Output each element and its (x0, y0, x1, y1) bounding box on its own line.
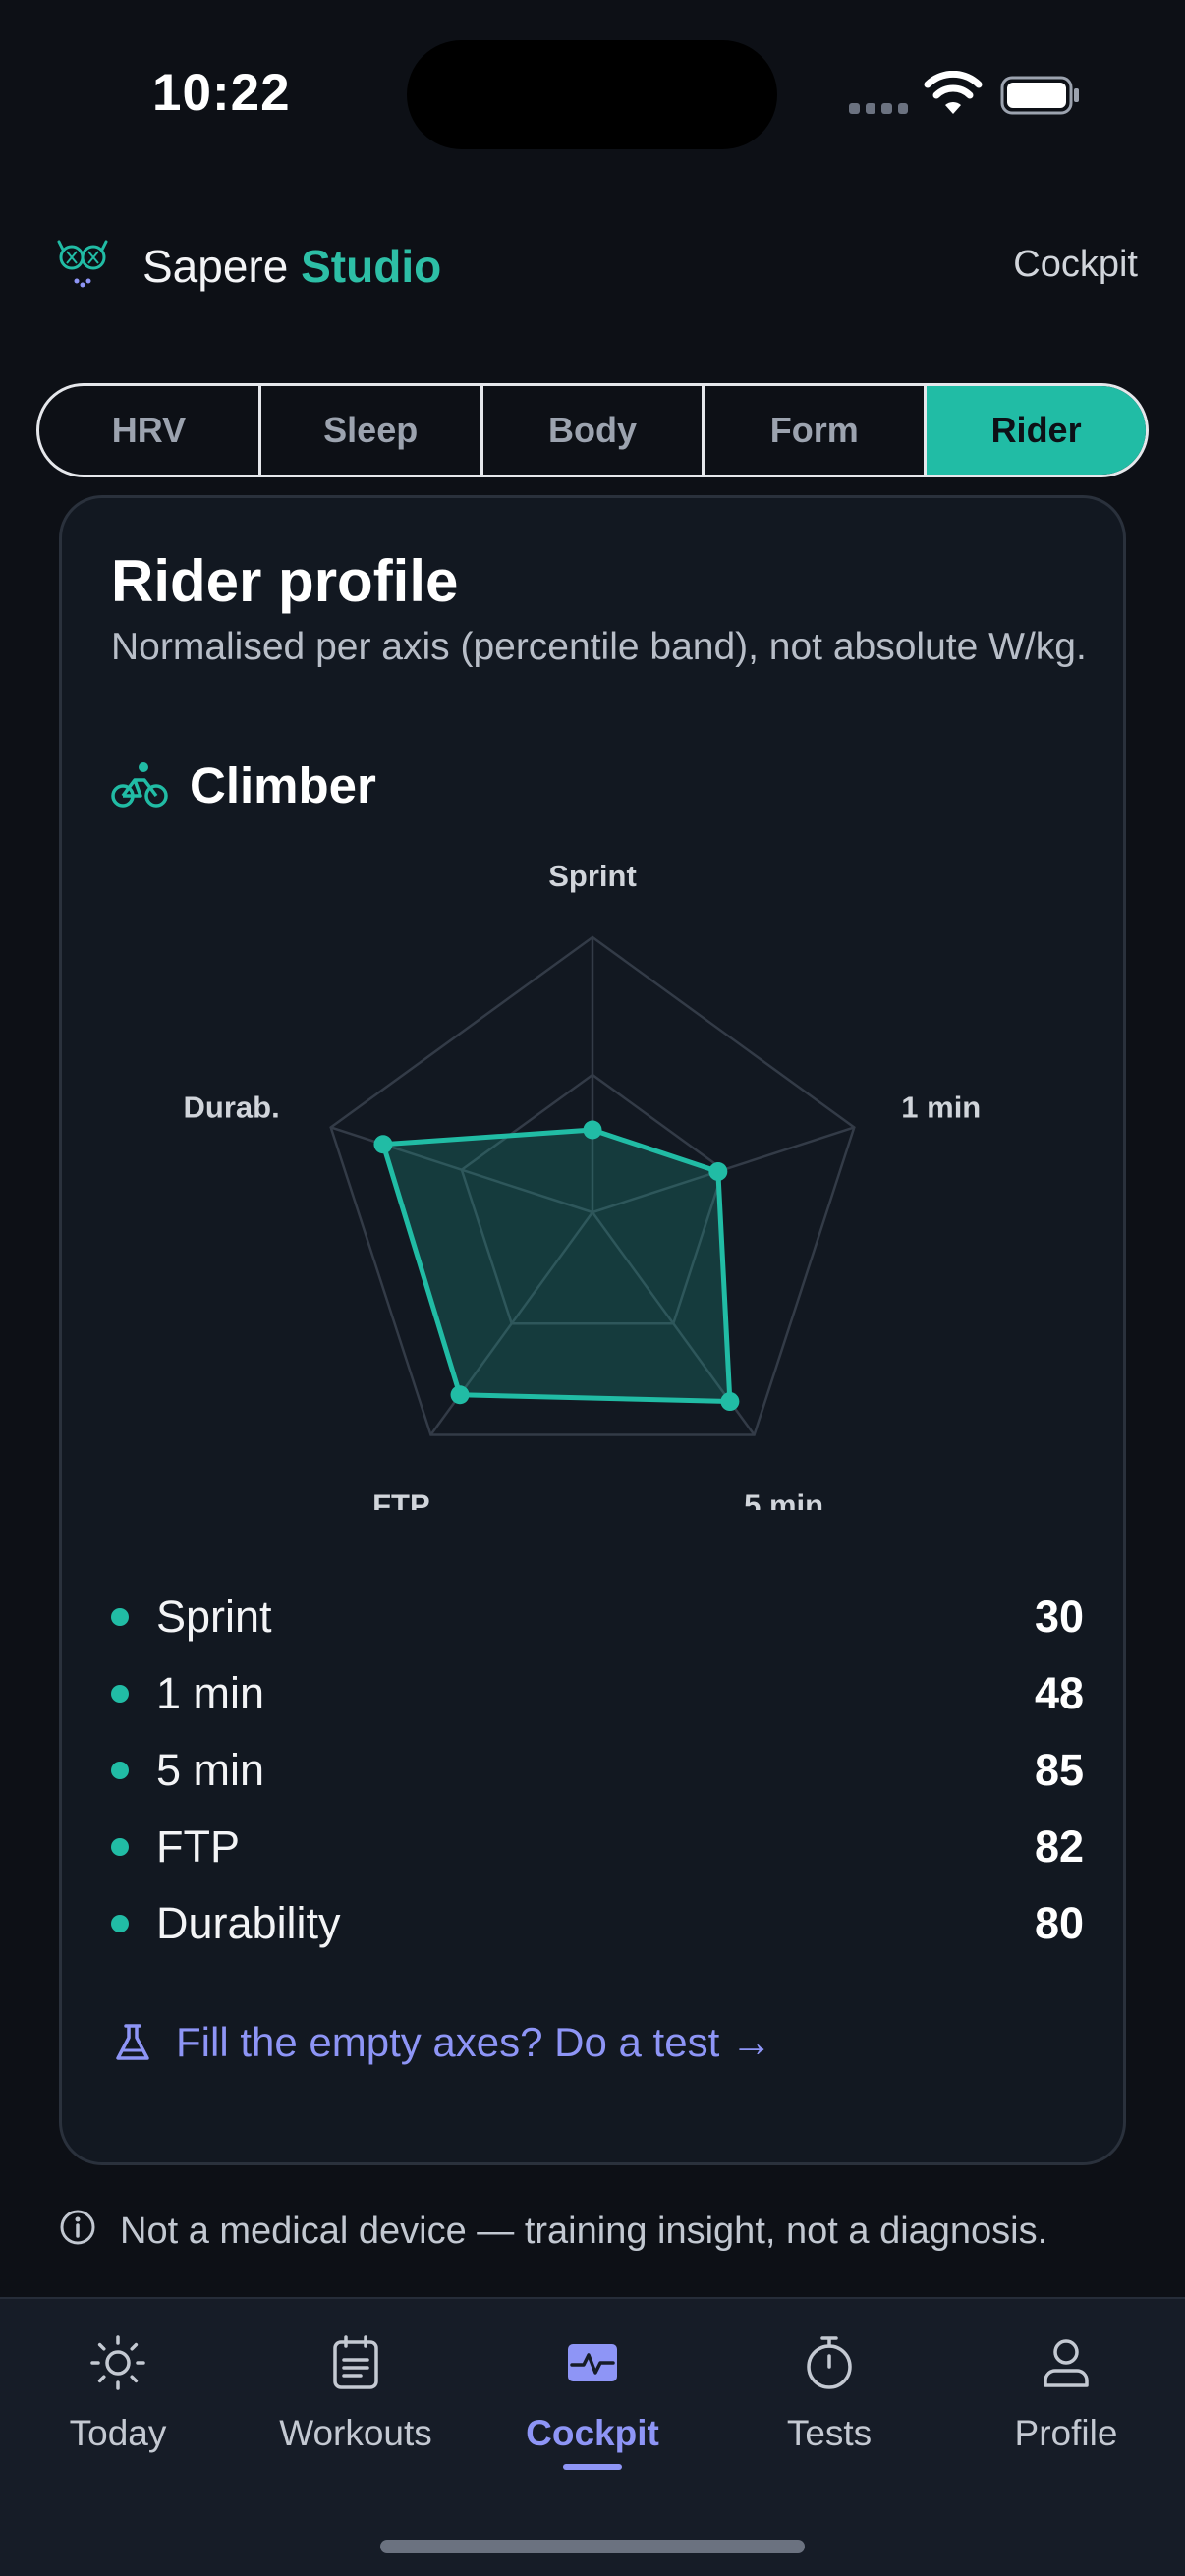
nav-item-cockpit[interactable]: Cockpit (494, 2319, 691, 2515)
radar-axis-label: FTP (372, 1488, 430, 1510)
cockpit-header-link[interactable]: Cockpit (1013, 244, 1138, 286)
brand-name: Sapere (142, 241, 289, 292)
metric-row-1min: 1 min 48 (111, 1655, 1084, 1732)
radar-data-point (583, 1120, 602, 1140)
clipboard-icon (333, 2335, 378, 2389)
metric-value: 82 (1034, 1821, 1084, 1872)
card-title: Rider profile (111, 548, 459, 614)
active-indicator (563, 2464, 622, 2470)
nav-label: Tests (786, 2413, 873, 2453)
battery-icon (1000, 76, 1079, 115)
metric-row-5min: 5 min 85 (111, 1732, 1084, 1809)
radar-axis-label: Sprint (548, 859, 637, 893)
radar-data-point (450, 1385, 470, 1405)
person-icon (1044, 2339, 1089, 2387)
nav-label: Today (69, 2413, 167, 2453)
bicycle-icon (111, 762, 168, 808)
metric-name: FTP (156, 1821, 240, 1872)
nav-item-workouts[interactable]: Workouts (257, 2319, 454, 2515)
tab-sleep[interactable]: Sleep (261, 386, 483, 475)
status-time: 10:22 (152, 64, 291, 122)
disclaimer: Not a medical device — training insight,… (59, 2205, 1140, 2258)
stopwatch-icon (807, 2336, 852, 2389)
metric-name: Durability (156, 1898, 341, 1948)
nav-item-tests[interactable]: Tests (731, 2319, 928, 2515)
tab-rider[interactable]: Rider (927, 386, 1146, 475)
tab-form[interactable]: Form (705, 386, 928, 475)
brand-title: Sapere Studio (142, 240, 441, 293)
metric-dot (111, 1608, 129, 1626)
radar-axis-label: Durab. (184, 1090, 280, 1124)
nav-item-profile[interactable]: Profile (968, 2319, 1164, 2515)
metric-name: Sprint (156, 1592, 272, 1642)
nav-label: Profile (1014, 2413, 1118, 2453)
metric-name: 1 min (156, 1668, 265, 1718)
radar-chart: Sprint 1 min 5 min FTP Durab. (184, 859, 982, 1510)
pulse-icon (568, 2344, 617, 2381)
owl-logo-icon (57, 240, 108, 288)
metric-dot (111, 1915, 129, 1932)
metric-row-durability: Durability 80 (111, 1885, 1084, 1962)
segmented-tabs: HRV Sleep Body Form Rider (36, 383, 1149, 477)
nav-item-today[interactable]: Today (20, 2319, 216, 2515)
cellular-signal-icon (849, 103, 908, 117)
radar-axis-label: 1 min (901, 1090, 981, 1124)
tab-hrv[interactable]: HRV (39, 386, 261, 475)
screen: 10:22 Sapere Studio Cockpit HRV Sleep Bo… (0, 0, 1185, 2576)
brand-accent: Studio (301, 241, 442, 292)
metric-dot (111, 1685, 129, 1703)
nav-label: Workouts (279, 2413, 432, 2453)
radar-data-point (720, 1392, 740, 1412)
rider-type-row: Climber (111, 756, 376, 814)
rider-type-label: Climber (190, 756, 376, 813)
disclaimer-text: Not a medical device — training insight,… (120, 2211, 1048, 2252)
radar-data-point (373, 1135, 393, 1154)
wifi-icon (924, 71, 983, 114)
metric-name: 5 min (156, 1745, 265, 1795)
metric-row-sprint: Sprint 30 (111, 1579, 1084, 1655)
info-icon (60, 2210, 95, 2245)
flask-icon (116, 2024, 149, 2060)
card-subtitle: Normalised per axis (percentile band), n… (111, 626, 1087, 668)
metric-list: Sprint 30 1 min 48 5 min 85 FTP 82 Durab… (111, 1579, 1084, 1962)
metric-value: 30 (1034, 1592, 1084, 1642)
metric-dot (111, 1838, 129, 1856)
tab-body[interactable]: Body (483, 386, 705, 475)
app-header: Sapere Studio Cockpit (0, 196, 1185, 334)
do-a-test-link[interactable]: Fill the empty axes? Do a test → (111, 2019, 772, 2066)
radar-axis-label: 5 min (744, 1488, 823, 1510)
do-a-test-label: Fill the empty axes? Do a test → (176, 2019, 772, 2065)
metric-value: 85 (1034, 1745, 1084, 1795)
rider-profile-card: Rider profile Normalised per axis (perce… (59, 495, 1126, 2165)
radar-series-area (380, 1127, 733, 1405)
home-indicator (380, 2540, 805, 2553)
status-bar: 10:22 (0, 0, 1185, 196)
metric-value: 48 (1034, 1668, 1084, 1718)
metric-row-ftp: FTP 82 (111, 1809, 1084, 1885)
radar-data-point (708, 1161, 728, 1181)
dynamic-island (407, 40, 777, 149)
bottom-nav: Today Workouts Cockpit Tests Profile (0, 2297, 1185, 2576)
nav-label: Cockpit (526, 2413, 659, 2453)
sun-icon (90, 2335, 145, 2390)
metric-value: 80 (1034, 1898, 1084, 1948)
metric-dot (111, 1762, 129, 1779)
